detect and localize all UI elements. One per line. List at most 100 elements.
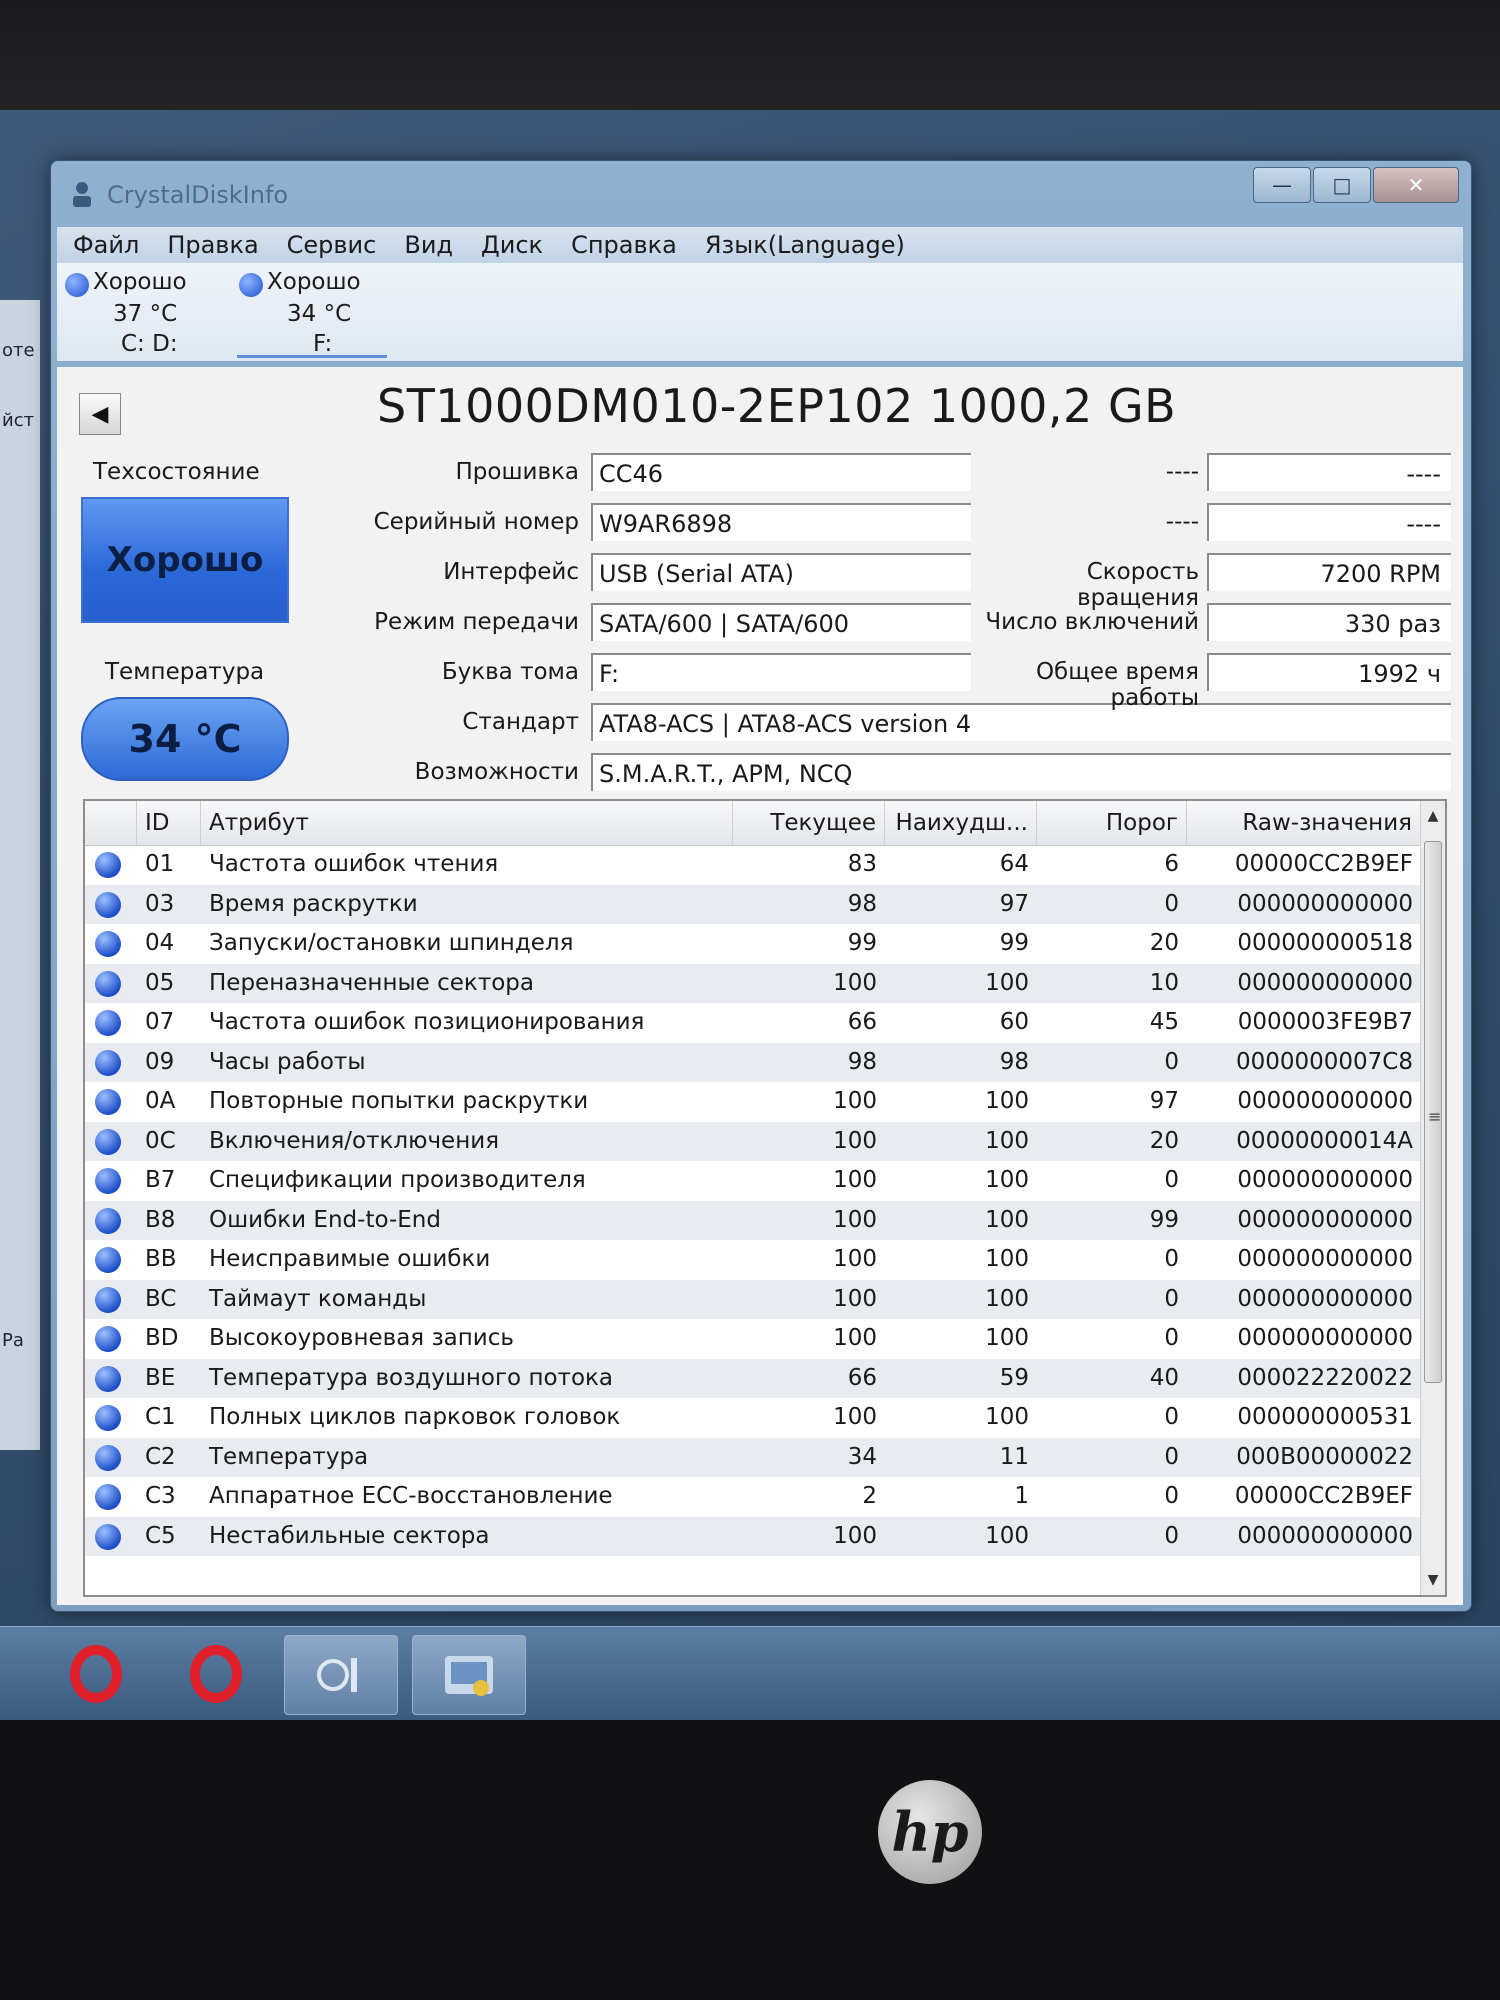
health-label: Техсостояние bbox=[93, 459, 260, 485]
table-row[interactable]: B8 Ошибки End-to-End 100 100 99 000000000000 bbox=[85, 1200, 1421, 1240]
minimize-button[interactable]: — bbox=[1253, 167, 1311, 203]
cell-current: 100 bbox=[833, 1325, 877, 1351]
table-header: ID Атрибут Текущее Наихудш... Порог Raw-… bbox=[85, 801, 1421, 846]
table-row[interactable]: 09 Часы работы 98 98 0 0000000007C8 bbox=[85, 1042, 1421, 1082]
header-threshold[interactable]: Порог bbox=[1037, 801, 1187, 845]
status-good-icon bbox=[95, 931, 121, 957]
table-row[interactable]: C2 Температура 34 11 0 000B00000022 bbox=[85, 1437, 1421, 1477]
header-worst[interactable]: Наихудш... bbox=[885, 801, 1037, 845]
cell-worst: 100 bbox=[985, 1088, 1029, 1114]
cell-attribute: Таймаут команды bbox=[209, 1285, 427, 1312]
cell-current: 100 bbox=[833, 1404, 877, 1430]
menu-language[interactable]: Язык(Language) bbox=[705, 231, 905, 259]
serial-label: Серийный номер bbox=[373, 509, 579, 535]
title-bar[interactable]: CrystalDiskInfo — □ ✕ bbox=[51, 161, 1471, 227]
cell-attribute: Ошибки End-to-End bbox=[209, 1206, 441, 1233]
cell-raw: 000B00000022 bbox=[1236, 1443, 1413, 1470]
table-row[interactable]: BE Температура воздушного потока 66 59 40 000… bbox=[85, 1358, 1421, 1398]
table-row[interactable]: 01 Частота ошибок чтения 83 64 6 00000CC2B9EF bbox=[85, 845, 1421, 885]
cell-current: 2 bbox=[862, 1483, 877, 1509]
power-count-value: 330 раз bbox=[1207, 603, 1451, 641]
cell-raw: 00000000014A bbox=[1236, 1127, 1413, 1154]
cell-raw: 000000000000 bbox=[1237, 1206, 1413, 1233]
rotation-label: Скорость вращения bbox=[1077, 559, 1199, 611]
cell-current: 100 bbox=[833, 1088, 877, 1114]
cell-attribute: Нестабильные сектора bbox=[209, 1522, 490, 1549]
disk-tab-2[interactable]: Хорошо 34 °C F: bbox=[237, 267, 387, 358]
cell-id: BB bbox=[145, 1246, 177, 1272]
menu-file[interactable]: Файл bbox=[73, 231, 139, 259]
menu-edit[interactable]: Правка bbox=[167, 231, 258, 259]
cell-threshold: 45 bbox=[1149, 1009, 1179, 1035]
scroll-up-arrow-icon[interactable]: ▲ bbox=[1421, 801, 1445, 831]
table-row[interactable]: 0A Повторные попытки раскрутки 100 100 97 000… bbox=[85, 1082, 1421, 1122]
cell-id: 0C bbox=[145, 1127, 176, 1154]
disk-model-title: ST1000DM010-2EP102 1000,2 GB bbox=[377, 379, 1177, 433]
header-attribute[interactable]: Атрибут bbox=[201, 801, 733, 845]
cell-raw: 000000000000 bbox=[1237, 969, 1413, 996]
crystaldiskinfo-taskbar-button[interactable] bbox=[412, 1635, 526, 1715]
status-good-icon bbox=[65, 273, 89, 297]
disk-temp: 37 °C bbox=[113, 301, 178, 327]
table-row[interactable]: B7 Спецификации производителя 100 100 0 00000… bbox=[85, 1161, 1421, 1201]
scroll-thumb[interactable]: ≡ bbox=[1424, 841, 1442, 1383]
menu-disk[interactable]: Диск bbox=[481, 231, 543, 259]
scroll-down-arrow-icon[interactable]: ▼ bbox=[1421, 1565, 1445, 1595]
cell-current: 66 bbox=[847, 1364, 877, 1391]
table-row[interactable]: 05 Переназначенные сектора 100 100 10 0000000… bbox=[85, 963, 1421, 1003]
cell-id: 07 bbox=[145, 1009, 175, 1035]
menu-help[interactable]: Справка bbox=[571, 231, 677, 259]
status-good-icon bbox=[95, 1089, 121, 1115]
temperature-display[interactable]: 34 °C bbox=[81, 697, 289, 781]
taskbar-app-button-3[interactable] bbox=[284, 1635, 398, 1715]
table-row[interactable]: 07 Частота ошибок позиционирования 66 60 45 0… bbox=[85, 1003, 1421, 1043]
cell-attribute: Переназначенные сектора bbox=[209, 969, 534, 996]
table-row[interactable]: C3 Аппаратное ECC-восстановление 2 1 0 00000C… bbox=[85, 1477, 1421, 1517]
table-row[interactable]: 04 Запуски/остановки шпинделя 99 99 20 000000… bbox=[85, 924, 1421, 964]
table-row[interactable]: C1 Полных циклов парковок головок 100 100 0 0… bbox=[85, 1398, 1421, 1438]
monitor-bottom-bezel: hp bbox=[0, 1720, 1500, 2000]
transfer-mode-value: SATA/600 | SATA/600 bbox=[591, 603, 971, 641]
maximize-button[interactable]: □ bbox=[1313, 167, 1371, 203]
table-row[interactable]: BD Высокоуровневая запись 100 100 0 000000000… bbox=[85, 1319, 1421, 1359]
header-current[interactable]: Текущее bbox=[733, 801, 885, 845]
opera-taskbar-button-2[interactable] bbox=[160, 1635, 272, 1713]
table-row[interactable]: C5 Нестабильные сектора 100 100 0 00000000000… bbox=[85, 1516, 1421, 1556]
previous-disk-button[interactable]: ◀ bbox=[79, 393, 121, 435]
cell-threshold: 0 bbox=[1164, 890, 1179, 917]
menu-service[interactable]: Сервис bbox=[287, 231, 377, 259]
cell-id: 04 bbox=[145, 930, 175, 956]
table-row[interactable]: BC Таймаут команды 100 100 0 000000000000 bbox=[85, 1279, 1421, 1319]
cell-id: BE bbox=[145, 1364, 176, 1391]
cell-raw: 000000000000 bbox=[1237, 1246, 1413, 1272]
cell-id: C5 bbox=[145, 1522, 176, 1549]
menu-view[interactable]: Вид bbox=[404, 231, 453, 259]
header-id[interactable]: ID bbox=[137, 801, 201, 845]
table-row[interactable]: 03 Время раскрутки 98 97 0 000000000000 bbox=[85, 884, 1421, 924]
table-row[interactable]: 0C Включения/отключения 100 100 20 0000000001… bbox=[85, 1121, 1421, 1161]
disk-info-panel: ◀ ST1000DM010-2EP102 1000,2 GB Техсостоя… bbox=[57, 367, 1463, 1605]
bg-text-3: Ра bbox=[2, 1330, 24, 1351]
cell-attribute: Температура bbox=[209, 1443, 369, 1470]
status-good-icon bbox=[95, 970, 121, 997]
close-button[interactable]: ✕ bbox=[1373, 167, 1459, 203]
cell-id: 05 bbox=[145, 969, 175, 996]
header-raw[interactable]: Raw-значения bbox=[1187, 801, 1421, 845]
cell-threshold: 0 bbox=[1164, 1404, 1179, 1430]
cell-raw: 000000000000 bbox=[1237, 1088, 1413, 1114]
health-status-button[interactable]: Хорошо bbox=[81, 497, 289, 623]
opera-icon bbox=[190, 1645, 242, 1703]
disk-status: Хорошо bbox=[267, 269, 361, 295]
cell-worst: 100 bbox=[985, 1246, 1029, 1272]
background-window-edge: оте йст Ра bbox=[0, 300, 40, 1450]
table-row[interactable]: BB Неисправимые ошибки 100 100 0 000000000000 bbox=[85, 1240, 1421, 1280]
cell-threshold: 99 bbox=[1149, 1206, 1179, 1233]
cell-raw: 00000CC2B9EF bbox=[1234, 1483, 1413, 1509]
table-scrollbar[interactable]: ▲ ≡ ▼ bbox=[1420, 801, 1445, 1595]
status-good-icon bbox=[95, 1405, 121, 1431]
opera-taskbar-button-1[interactable] bbox=[40, 1635, 152, 1713]
cell-raw: 0000003FE9B7 bbox=[1237, 1009, 1413, 1035]
disk-letter: F: bbox=[313, 331, 333, 357]
disk-tab-1[interactable]: Хорошо 37 °C C: D: bbox=[63, 267, 213, 357]
cell-current: 99 bbox=[847, 930, 877, 956]
